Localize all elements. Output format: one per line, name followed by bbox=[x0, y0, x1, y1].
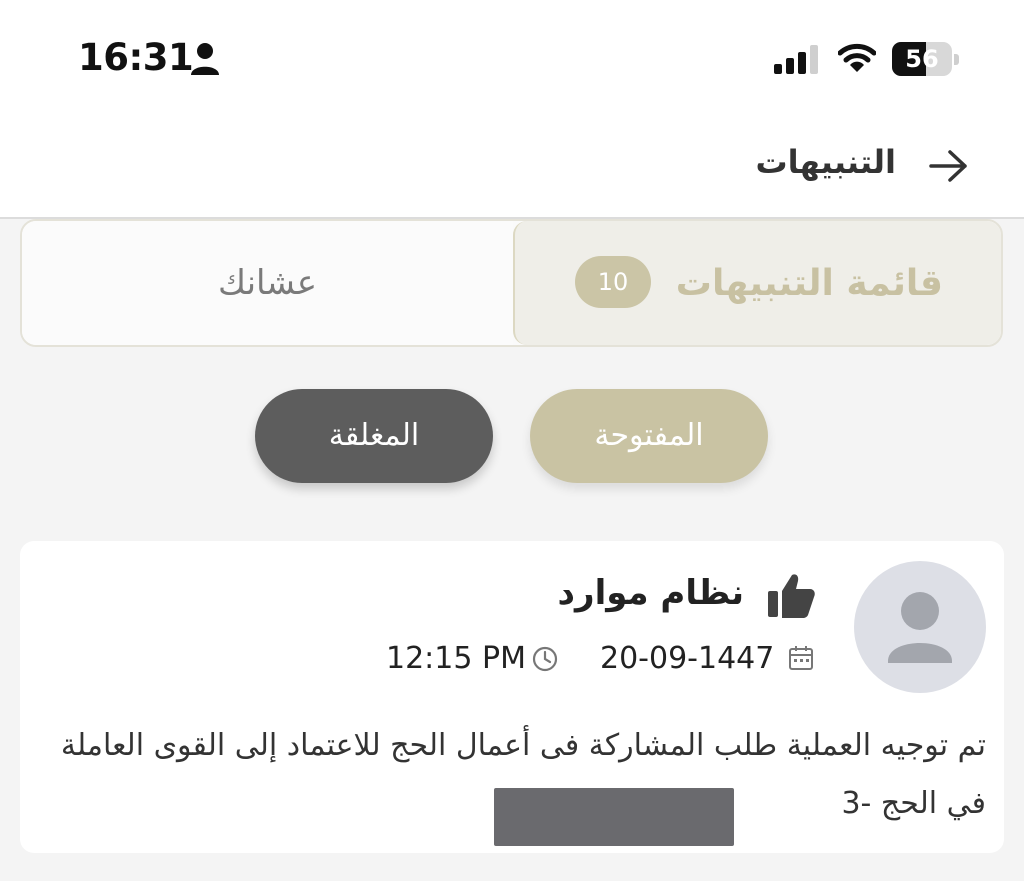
notification-date: 20-09-1447 bbox=[600, 641, 775, 676]
tab-other-label: عشانك bbox=[217, 263, 318, 303]
tab-other[interactable]: عشانك bbox=[22, 221, 513, 345]
person-icon bbox=[191, 43, 219, 75]
battery-icon: 56 bbox=[892, 42, 962, 76]
avatar-icon bbox=[854, 561, 986, 693]
notifications-count-badge: 10 bbox=[575, 256, 651, 308]
page-title: التنبيهات bbox=[755, 143, 896, 181]
app-header: التنبيهات bbox=[0, 115, 1024, 219]
filter-open-button[interactable]: المفتوحة bbox=[530, 389, 768, 483]
tab-notifications[interactable]: 10 قائمة التنبيهات bbox=[513, 221, 1001, 345]
signal-icon bbox=[774, 45, 818, 74]
tab-notifications-label: قائمة التنبيهات bbox=[675, 263, 943, 304]
notification-time: 12:15 PM bbox=[386, 641, 526, 676]
wifi-icon bbox=[838, 43, 876, 72]
arrow-right-icon[interactable] bbox=[928, 149, 968, 183]
status-time: 16:31 bbox=[78, 36, 194, 79]
notification-card[interactable]: نظام موارد 20-09-1447 12:15 PM تم توجيه … bbox=[20, 541, 1004, 853]
tab-bar: عشانك 10 قائمة التنبيهات bbox=[20, 219, 1003, 347]
sender-name: نظام موارد bbox=[557, 573, 744, 613]
filter-closed-button[interactable]: المغلقة bbox=[255, 389, 493, 483]
status-bar: 16:31 56 bbox=[0, 0, 1024, 115]
thumbs-up-icon bbox=[768, 574, 815, 618]
calendar-icon bbox=[789, 646, 813, 670]
clock-icon bbox=[532, 646, 558, 672]
redaction-block bbox=[494, 788, 734, 846]
battery-level: 56 bbox=[905, 45, 939, 73]
